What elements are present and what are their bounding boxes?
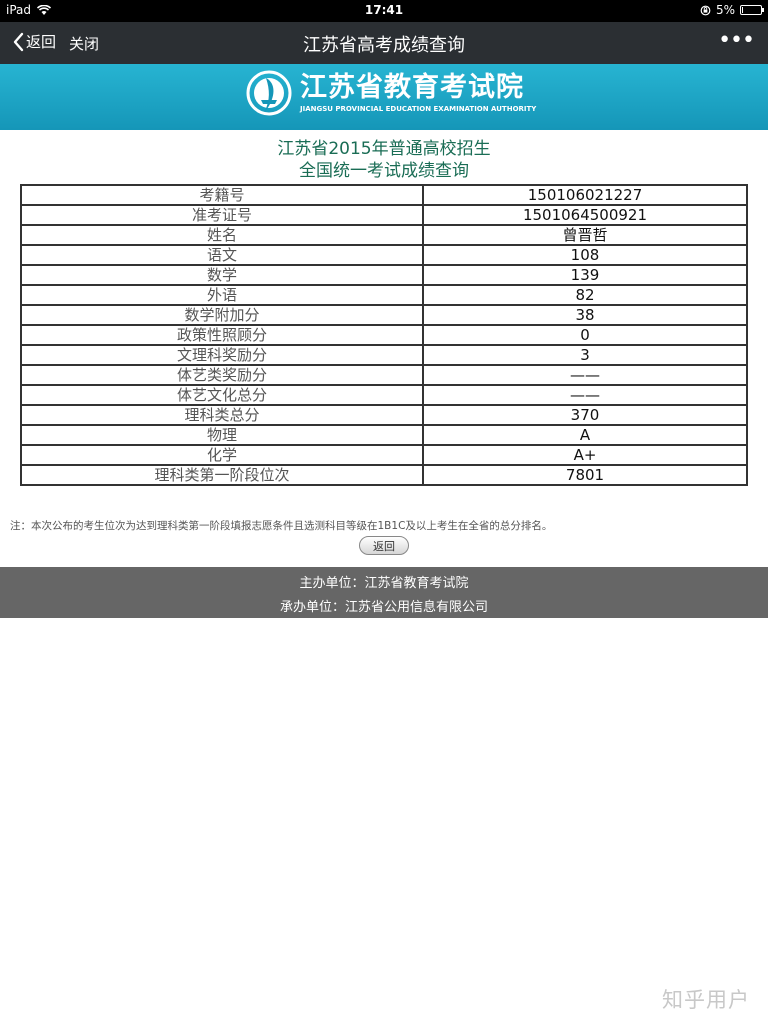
close-button[interactable]: 关闭	[69, 33, 99, 54]
banner-text: 江苏省教育考试院 JIANGSU PROVINCIAL EDUCATION EX…	[300, 72, 536, 114]
table-row: 语文 108	[20, 244, 748, 266]
battery-percent: 5%	[715, 3, 735, 17]
row-label: 准考证号	[20, 204, 424, 226]
table-row: 物理 A	[20, 424, 748, 446]
row-value: 7801	[422, 464, 748, 486]
row-value: ——	[422, 364, 748, 386]
query-heading: 江苏省2015年普通高校招生 全国统一考试成绩查询	[0, 138, 768, 182]
return-button[interactable]: 返回	[359, 536, 409, 555]
more-menu-button[interactable]: •••	[718, 28, 755, 53]
table-row: 理科类总分 370	[20, 404, 748, 426]
row-label: 语文	[20, 244, 424, 266]
footer-organizer: 承办单位：江苏省公用信息有限公司	[279, 600, 488, 615]
header-banner: 江苏省教育考试院 JIANGSU PROVINCIAL EDUCATION EX…	[0, 64, 768, 130]
row-value: A+	[422, 444, 748, 466]
page-title: 江苏省高考成绩查询	[303, 35, 465, 56]
row-value: 150106021227	[422, 184, 748, 206]
row-label: 化学	[20, 444, 424, 466]
table-row: 体艺文化总分 ——	[20, 384, 748, 406]
row-value: 曾晋哲	[422, 224, 748, 246]
row-label: 体艺类奖励分	[20, 364, 424, 386]
row-value: ——	[422, 384, 748, 406]
row-value: 139	[422, 264, 748, 286]
institution-logo-icon	[246, 70, 292, 116]
chevron-left-icon	[13, 32, 24, 51]
table-row: 姓名 曾晋哲	[20, 224, 748, 246]
table-row: 准考证号 1501064500921	[20, 204, 748, 226]
table-row: 化学 A+	[20, 444, 748, 466]
status-time: 17:41	[364, 3, 404, 17]
row-label: 理科类第一阶段位次	[20, 464, 424, 486]
row-value: 3	[422, 344, 748, 366]
row-label: 外语	[20, 284, 424, 306]
score-table-body: 考籍号 150106021227 准考证号 1501064500921 姓名 曾晋哲 语文 1…	[20, 184, 748, 486]
table-row: 政策性照顾分 0	[20, 324, 748, 346]
status-bar: iPad 17:41 5%	[0, 0, 768, 22]
rotation-lock-icon	[700, 5, 711, 15]
table-row: 体艺类奖励分 ——	[20, 364, 748, 386]
battery-icon	[740, 5, 764, 15]
table-row: 考籍号 150106021227	[20, 184, 748, 206]
row-label: 数学	[20, 264, 424, 286]
nav-bar: 返回 关闭 江苏省高考成绩查询 •••	[0, 22, 768, 64]
row-label: 姓名	[20, 224, 424, 246]
row-label: 考籍号	[20, 184, 424, 206]
status-right: 5%	[700, 3, 764, 17]
row-label: 数学附加分	[20, 304, 424, 326]
watermark: 知乎用户	[662, 988, 750, 1012]
footer: 主办单位：江苏省教育考试院 承办单位：江苏省公用信息有限公司	[0, 567, 768, 618]
heading-line-1: 江苏省2015年普通高校招生	[277, 139, 491, 159]
row-label: 文理科奖励分	[20, 344, 424, 366]
table-row: 文理科奖励分 3	[20, 344, 748, 366]
institution-name: 江苏省教育考试院	[300, 72, 524, 103]
row-value: 38	[422, 304, 748, 326]
row-value: 370	[422, 404, 748, 426]
row-label: 理科类总分	[20, 404, 424, 426]
back-button-label: 返回	[26, 33, 57, 51]
row-value: 108	[422, 244, 748, 266]
table-row: 外语 82	[20, 284, 748, 306]
table-row: 数学附加分 38	[20, 304, 748, 326]
row-label: 体艺文化总分	[20, 384, 424, 406]
row-value: A	[422, 424, 748, 446]
score-table: 考籍号 150106021227 准考证号 1501064500921 姓名 曾晋哲 语文 1…	[20, 184, 748, 486]
row-label: 政策性照顾分	[20, 324, 424, 346]
institution-subtitle: JIANGSU PROVINCIAL EDUCATION EXAMINATION…	[300, 105, 537, 113]
battery-fill	[742, 7, 743, 13]
table-row: 数学 139	[20, 264, 748, 286]
table-row: 理科类第一阶段位次 7801	[20, 464, 748, 486]
row-value: 0	[422, 324, 748, 346]
ranking-note: 注：本次公布的考生位次为达到理科类第一阶段填报志愿条件且选测科目等级在1B1C及…	[10, 520, 553, 532]
footer-sponsor: 主办单位：江苏省教育考试院	[299, 576, 469, 591]
heading-line-2: 全国统一考试成绩查询	[299, 161, 469, 181]
row-value: 82	[422, 284, 748, 306]
banner-brand: 江苏省教育考试院 JIANGSU PROVINCIAL EDUCATION EX…	[246, 70, 536, 116]
row-value: 1501064500921	[422, 204, 748, 226]
row-label: 物理	[20, 424, 424, 446]
back-button[interactable]: 返回	[12, 31, 56, 52]
